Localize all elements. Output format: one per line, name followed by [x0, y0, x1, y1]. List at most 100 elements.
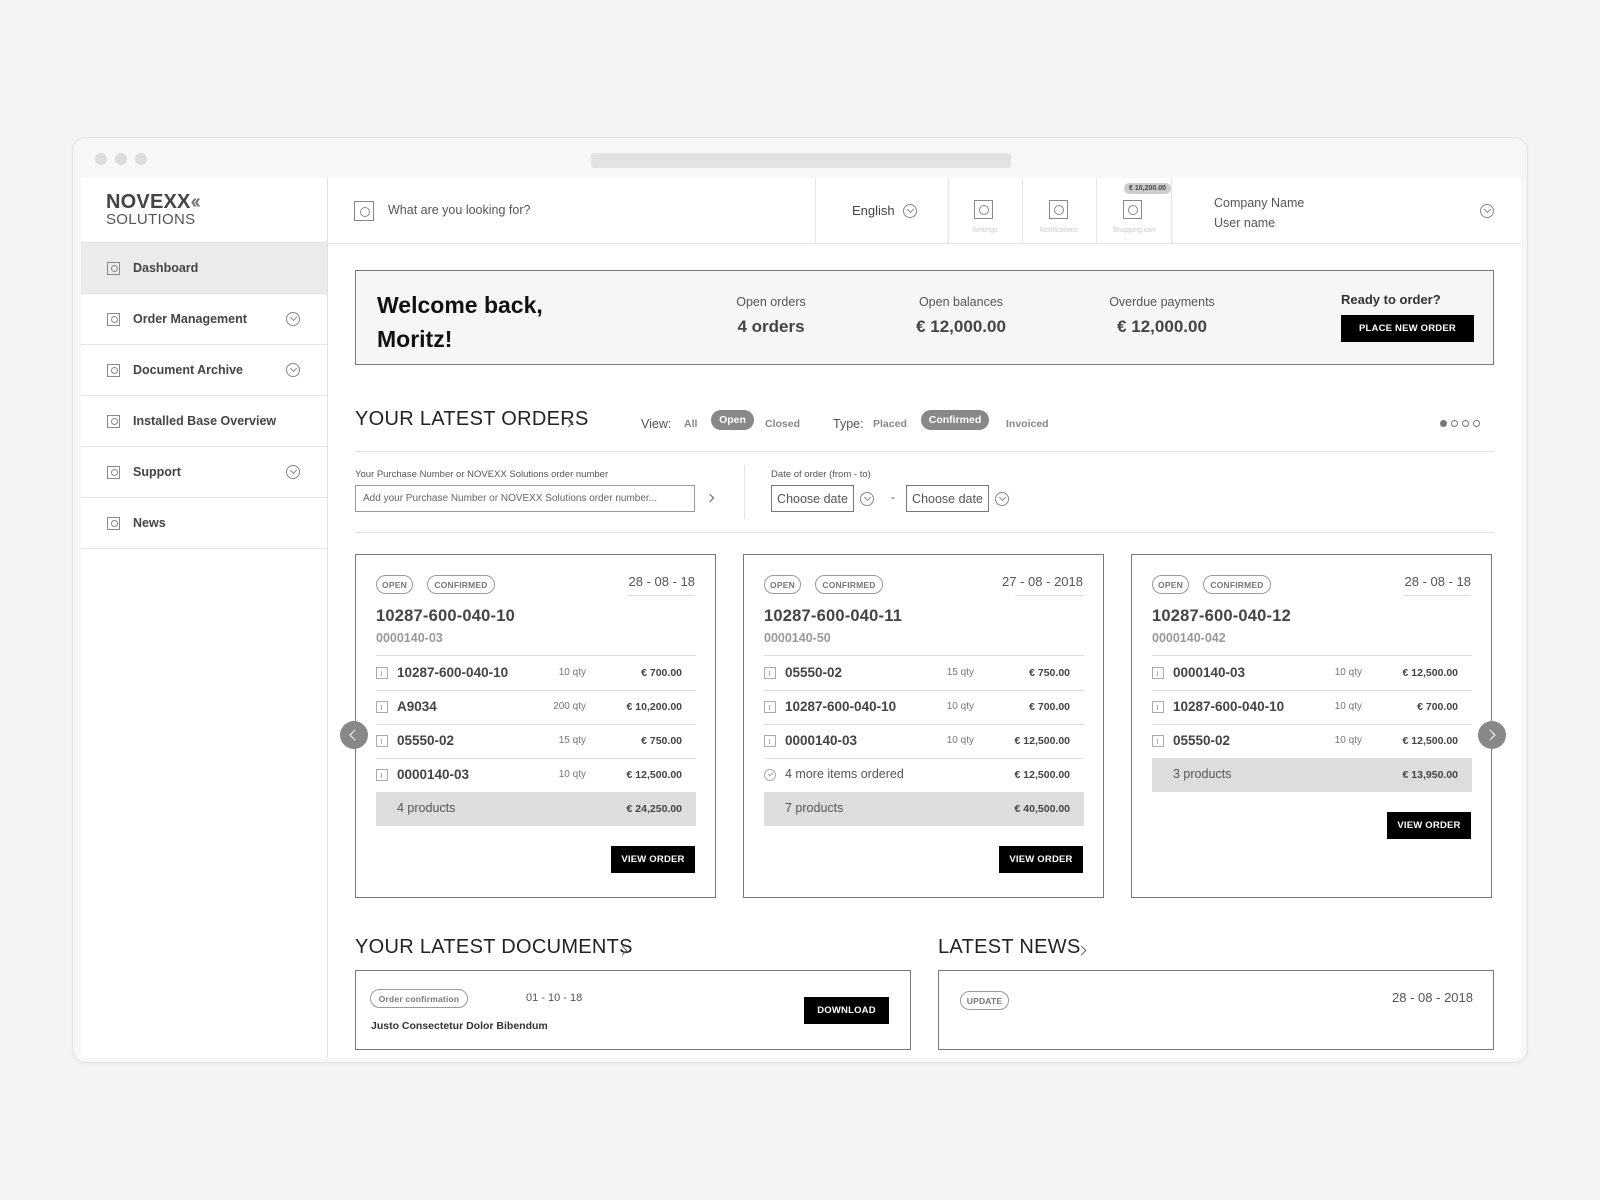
info-icon — [376, 769, 388, 781]
sidebar-item-installed-base-overview[interactable]: Installed Base Overview — [81, 396, 327, 447]
window-close-dot[interactable] — [95, 153, 107, 165]
order-date: 28 - 08 - 18 — [628, 574, 696, 589]
news-tag: UPDATE — [960, 991, 1009, 1010]
view-order-button[interactable]: VIEW ORDER — [1387, 812, 1471, 839]
sidebar-item-order-management[interactable]: Order Management — [81, 294, 327, 345]
notifications-icon[interactable] — [1049, 200, 1068, 224]
view-filter-all[interactable]: All — [684, 418, 697, 430]
item-price: € 12,500.00 — [626, 769, 682, 781]
order-number[interactable]: 10287-600-040-11 — [764, 607, 902, 626]
item-price: € 12,500.00 — [1402, 667, 1458, 679]
info-icon — [376, 701, 388, 713]
divider — [948, 178, 949, 244]
divider — [1403, 595, 1471, 596]
item-price: € 700.00 — [641, 667, 682, 679]
order-number-input[interactable]: Add your Purchase Number or NOVEXX Solut… — [355, 485, 695, 512]
order-number[interactable]: 10287-600-040-12 — [1152, 607, 1291, 626]
item-name: 0000140-03 — [397, 767, 470, 782]
order-card[interactable]: OPEN CONFIRMED 27 - 08 - 2018 10287-600-040… — [743, 554, 1104, 898]
date-to-input[interactable]: Choose date — [906, 485, 989, 512]
chevron-down-icon[interactable] — [286, 312, 300, 326]
divider — [1015, 595, 1083, 596]
carousel-next-button[interactable] — [1478, 721, 1506, 749]
company-name: Company Name — [1214, 196, 1305, 210]
latest-documents-title[interactable]: YOUR LATEST DOCUMENTS — [355, 936, 633, 959]
date-from-input[interactable]: Choose date — [771, 485, 854, 512]
item-price: € 750.00 — [641, 735, 682, 747]
window-maximize-dot[interactable] — [135, 153, 147, 165]
chevron-down-icon[interactable] — [903, 204, 917, 218]
cart-caption: Shopping cart — [1112, 227, 1156, 234]
sidebar-item-label: Installed Base Overview — [133, 414, 277, 428]
logo-line1: NOVEXX — [106, 191, 191, 213]
type-filter-placed[interactable]: Placed — [873, 418, 907, 430]
search-icon[interactable] — [354, 201, 374, 226]
order-card[interactable]: OPEN CONFIRMED 28 - 08 - 18 10287-600-040-1… — [355, 554, 716, 898]
sidebar-item-document-archive[interactable]: Document Archive — [81, 345, 327, 396]
divider — [1022, 178, 1023, 244]
type-filter-confirmed[interactable]: Confirmed — [921, 410, 989, 430]
chevron-right-icon[interactable] — [705, 493, 715, 503]
sidebar-item-label: Support — [133, 465, 181, 479]
info-icon — [1152, 701, 1164, 713]
chevron-down-icon[interactable] — [286, 465, 300, 479]
divider — [355, 532, 1494, 533]
place-new-order-button[interactable]: PLACE NEW ORDER — [1341, 315, 1474, 342]
view-filter-closed[interactable]: Closed — [765, 418, 800, 430]
window-minimize-dot[interactable] — [115, 153, 127, 165]
user-menu[interactable]: Company Name User name — [1214, 193, 1304, 233]
language-select[interactable]: English — [852, 203, 895, 218]
divider — [1096, 178, 1097, 244]
order-date-label: Date of order (from - to) — [771, 469, 871, 480]
carousel-prev-button[interactable] — [340, 721, 368, 749]
type-filter-invoiced[interactable]: Invoiced — [1006, 418, 1049, 430]
sidebar-item-news[interactable]: News — [81, 498, 327, 549]
item-quantity: 10 qty — [1334, 667, 1362, 678]
order-reference: 0000140-03 — [376, 631, 443, 645]
search-input[interactable]: What are you looking for? — [388, 203, 530, 217]
order-total: € 24,250.00 — [626, 803, 682, 815]
document-card[interactable]: Order confirmation 01 - 10 - 18 Justo Co… — [355, 970, 911, 1050]
pager-dot[interactable] — [1462, 420, 1469, 427]
document-type-tag: Order confirmation — [370, 989, 468, 1008]
order-total-row: 3 products € 13,950.00 — [1152, 758, 1472, 792]
item-quantity: 10 qty — [946, 701, 974, 712]
order-line-item: 10287-600-040-10 10 qty € 700.00 — [376, 656, 696, 690]
order-card[interactable]: OPEN CONFIRMED 28 - 08 - 18 10287-600-040-1… — [1131, 554, 1492, 898]
download-button[interactable]: DOWNLOAD — [804, 997, 889, 1024]
latest-news-title[interactable]: LATEST NEWS — [938, 936, 1081, 959]
item-name: 05550-02 — [1173, 733, 1231, 748]
sidebar-item-support[interactable]: Support — [81, 447, 327, 498]
shopping-cart-icon[interactable] — [1123, 200, 1142, 224]
overdue-payments-stat: Overdue payments € 12,000.00 — [1092, 295, 1232, 337]
stat-value: 4 orders — [737, 317, 805, 336]
view-order-button[interactable]: VIEW ORDER — [611, 846, 695, 873]
view-filter-open[interactable]: Open — [711, 410, 754, 430]
pager-dot[interactable] — [1473, 420, 1480, 427]
order-line-item: 10287-600-040-10 10 qty € 700.00 — [1152, 690, 1472, 724]
settings-icon[interactable] — [974, 200, 993, 224]
status-badge: CONFIRMED — [427, 575, 495, 594]
order-line-item: 4 more items ordered € 12,500.00 — [764, 758, 1084, 792]
view-order-button[interactable]: VIEW ORDER — [999, 846, 1083, 873]
address-bar[interactable] — [591, 153, 1011, 168]
chevron-down-icon[interactable] — [1480, 204, 1494, 218]
news-card[interactable]: UPDATE 28 - 08 - 2018 — [938, 970, 1494, 1050]
chevron-down-icon[interactable] — [995, 492, 1009, 506]
order-number[interactable]: 10287-600-040-10 — [376, 607, 515, 626]
order-total-row: 4 products € 24,250.00 — [376, 792, 696, 826]
novexx-logo[interactable]: NOVEXX‹‹ SOLUTIONS — [81, 178, 327, 243]
latest-orders-title[interactable]: YOUR LATEST ORDERS — [355, 408, 589, 431]
chevron-down-icon[interactable] — [860, 492, 874, 506]
order-line-item: 0000140-03 10 qty € 12,500.00 — [764, 724, 1084, 758]
order-line-item: 05550-02 15 qty € 750.00 — [376, 724, 696, 758]
status-badge: OPEN — [764, 575, 801, 594]
pager-dot[interactable] — [1440, 420, 1447, 427]
item-quantity: 10 qty — [1334, 701, 1362, 712]
pager-dot[interactable] — [1451, 420, 1458, 427]
view-filter-label: View: — [641, 417, 672, 431]
status-badge: OPEN — [1152, 575, 1189, 594]
chevron-down-icon[interactable] — [286, 363, 300, 377]
divider — [744, 465, 745, 519]
sidebar-item-dashboard[interactable]: Dashboard — [81, 243, 327, 294]
